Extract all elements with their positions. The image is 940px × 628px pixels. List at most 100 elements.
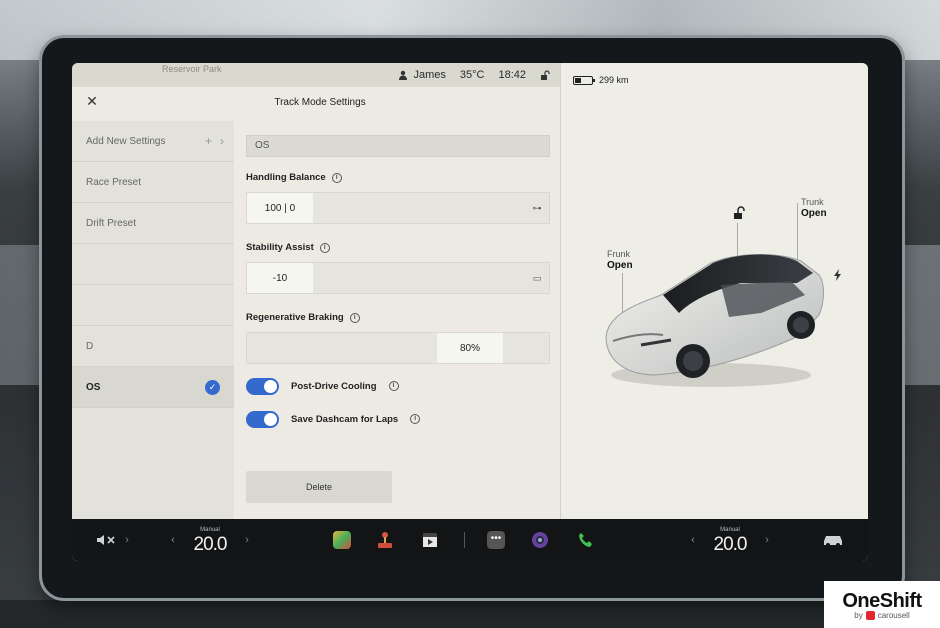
carousell-logo-icon: [865, 610, 875, 620]
chevron-right-icon: ›: [220, 134, 224, 148]
chevron-right-icon[interactable]: ›: [122, 519, 132, 561]
preset-label: D: [86, 340, 94, 352]
dots-icon: •••: [487, 531, 505, 549]
handling-balance-label: Handling Balance i: [246, 172, 342, 183]
person-icon: [399, 70, 408, 80]
add-new-settings-button[interactable]: Add New Settings + ›: [72, 121, 234, 162]
track-mode-settings-panel: ✕ Track Mode Settings Add New Settings +…: [72, 87, 560, 519]
range-readout: 299 km: [599, 75, 629, 85]
outside-temperature: 35°C: [459, 69, 485, 81]
preset-item-drift[interactable]: Drift Preset: [72, 203, 234, 244]
regen-braking-slider[interactable]: 80%: [246, 332, 550, 364]
checkmark-icon: ✓: [205, 380, 220, 395]
trunk-state: Open: [801, 208, 827, 219]
camera-icon: [532, 532, 548, 548]
preset-label: Add New Settings: [86, 135, 166, 147]
driver-temperature[interactable]: Manual 20.0: [188, 519, 232, 561]
toybox-icon: [333, 531, 351, 549]
watermark-sub: by carousell: [854, 610, 910, 620]
preset-item-d[interactable]: D: [72, 326, 234, 367]
stability-assist-value[interactable]: -10: [247, 263, 313, 293]
info-icon[interactable]: i: [388, 381, 399, 391]
save-dashcam-toggle[interactable]: [246, 410, 279, 428]
taskbar-divider: [464, 532, 465, 548]
driver-profile[interactable]: James: [398, 69, 446, 81]
temp-down-left-button[interactable]: ‹: [168, 519, 178, 561]
charge-port-icon[interactable]: [833, 269, 843, 281]
toybox-app-button[interactable]: [332, 519, 352, 561]
post-drive-cooling-toggle[interactable]: [246, 377, 279, 395]
car-icon: [824, 536, 842, 547]
preset-label: OS: [86, 381, 101, 393]
touchscreen: Reservoir Park James 35°C 18:42 ✕ Track …: [72, 63, 868, 561]
watermark-brand: OneShift: [842, 589, 922, 612]
clock: 18:42: [498, 69, 526, 81]
vehicle-status-panel: 299 km Frunk Open Trunk Open: [560, 63, 868, 519]
volume-button[interactable]: [94, 519, 120, 561]
plus-icon: +: [204, 134, 212, 148]
clapperboard-icon: [423, 533, 437, 547]
joystick-icon: [378, 532, 392, 548]
mute-icon: [97, 535, 115, 545]
phone-app-button[interactable]: [576, 519, 596, 561]
temp-up-right-button[interactable]: ›: [762, 519, 772, 561]
preset-label: Race Preset: [86, 176, 142, 188]
post-drive-cooling-row: Post-Drive Cooling i: [246, 377, 399, 395]
passenger-temp-value: 20.0: [713, 533, 748, 555]
unlock-icon[interactable]: [540, 70, 550, 80]
preset-item-os[interactable]: OS ✓: [72, 367, 234, 408]
camera-app-button[interactable]: [530, 519, 550, 561]
temp-up-left-button[interactable]: ›: [242, 519, 252, 561]
arcade-app-button[interactable]: [375, 519, 395, 561]
stability-assist-slider[interactable]: -10 ▭: [246, 262, 550, 294]
unlock-icon[interactable]: [732, 206, 746, 220]
phone-icon: [579, 533, 592, 547]
preset-label: Drift Preset: [86, 217, 137, 229]
car-controls-button[interactable]: [820, 519, 846, 561]
post-drive-cooling-text: Post-Drive Cooling: [291, 380, 377, 392]
panel-header: ✕ Track Mode Settings: [72, 87, 560, 121]
preset-item-empty[interactable]: [72, 244, 234, 285]
battery-icon: [573, 75, 595, 85]
more-apps-button[interactable]: •••: [486, 519, 506, 561]
car-illustration: [605, 254, 824, 387]
save-dashcam-row: Save Dashcam for Laps i: [246, 410, 421, 428]
passenger-temperature[interactable]: Manual 20.0: [708, 519, 752, 561]
preset-name-input[interactable]: OS: [246, 135, 550, 157]
driver-name: James: [413, 69, 446, 81]
regen-braking-label: Regenerative Braking i: [246, 312, 360, 323]
preset-item-race[interactable]: Race Preset: [72, 162, 234, 203]
preset-item-empty[interactable]: [72, 285, 234, 326]
watermark-by: by: [854, 610, 863, 620]
regen-braking-text: Regenerative Braking: [246, 312, 344, 323]
panel-title: Track Mode Settings: [274, 97, 366, 108]
regen-braking-value[interactable]: 80%: [437, 333, 503, 363]
axle-icon: ⊶: [532, 203, 542, 213]
stability-assist-text: Stability Assist: [246, 242, 314, 253]
info-icon[interactable]: i: [331, 172, 342, 183]
info-icon[interactable]: i: [410, 414, 421, 424]
info-icon[interactable]: i: [319, 242, 330, 253]
temp-down-right-button[interactable]: ‹: [688, 519, 698, 561]
trunk-label: Trunk: [801, 197, 824, 207]
trunk-button[interactable]: Trunk Open: [801, 197, 827, 219]
map-place-label: Reservoir Park: [162, 64, 222, 74]
background-dash-lower: [0, 600, 940, 628]
taskbar: › ‹ Manual 20.0 › ••• ‹ Manual 20.0 ›: [72, 519, 868, 561]
save-dashcam-text: Save Dashcam for Laps: [291, 413, 399, 425]
stability-assist-label: Stability Assist i: [246, 242, 330, 253]
delete-button[interactable]: Delete: [246, 471, 392, 503]
watermark-partner: carousell: [877, 610, 910, 620]
info-icon[interactable]: i: [349, 312, 360, 323]
handling-balance-value[interactable]: 100 | 0: [247, 193, 313, 223]
theater-app-button[interactable]: [420, 519, 440, 561]
driver-climate-mode: Manual: [200, 526, 220, 533]
battery-indicator: 299 km: [573, 75, 629, 85]
driver-temp-value: 20.0: [193, 533, 228, 555]
passenger-climate-mode: Manual: [720, 526, 740, 533]
handling-balance-text: Handling Balance: [246, 172, 326, 183]
preset-list: Add New Settings + › Race Preset Drift P…: [72, 121, 234, 519]
status-bar: Reservoir Park James 35°C 18:42: [72, 63, 560, 87]
stability-icon: ▭: [532, 273, 542, 283]
handling-balance-slider[interactable]: 100 | 0 ⊶: [246, 192, 550, 224]
